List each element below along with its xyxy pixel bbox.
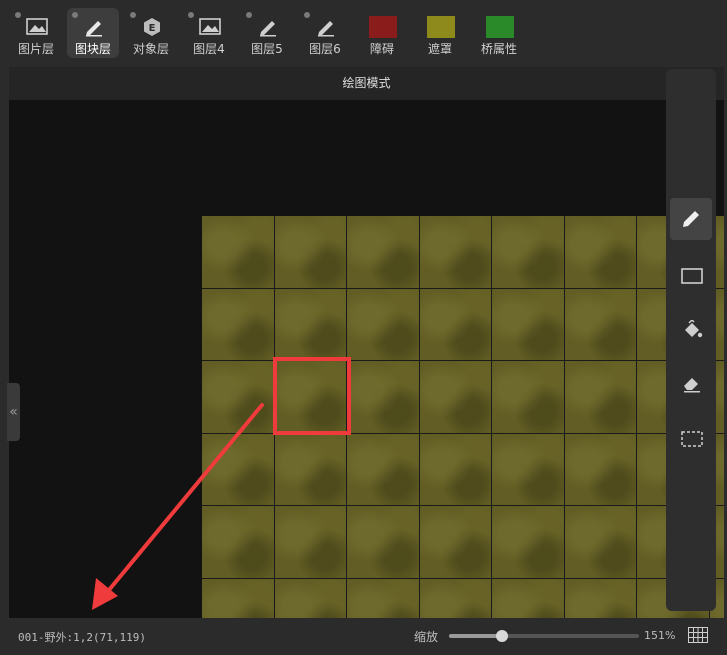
image-icon — [26, 18, 48, 35]
map-tile[interactable] — [419, 578, 492, 618]
layer-indicator-dot — [246, 12, 252, 18]
eraser-icon — [684, 378, 700, 393]
map-tile[interactable] — [202, 288, 275, 361]
layer-tab-5[interactable]: 图层5 — [241, 8, 293, 58]
select-tool-button[interactable] — [670, 418, 712, 460]
zoom-value: 151% — [644, 629, 676, 642]
drawing-tools-panel — [666, 69, 716, 611]
map-tile[interactable] — [202, 578, 275, 618]
map-tile[interactable] — [419, 506, 492, 579]
map-tile[interactable] — [419, 361, 492, 434]
bridge-layer-button[interactable]: 桥属性 — [473, 8, 525, 58]
map-tile[interactable] — [347, 361, 420, 434]
layer-tab-label: 图层5 — [251, 42, 283, 56]
map-tile[interactable] — [347, 506, 420, 579]
dashed-select-icon — [681, 431, 703, 447]
map-tile[interactable] — [274, 578, 347, 618]
layer-tab-label: 图层4 — [193, 42, 225, 56]
map-tile[interactable] — [202, 216, 275, 289]
paint-bucket-icon — [685, 320, 703, 338]
pencil-tool-button[interactable] — [670, 198, 712, 240]
pencil-icon — [86, 21, 102, 37]
obstacle-label: 障碍 — [369, 42, 394, 56]
pencil-icon — [318, 21, 334, 37]
layer-indicator-dot — [130, 12, 136, 18]
svg-text:E: E — [149, 23, 156, 34]
layer-tab-label: 图块层 — [74, 42, 111, 56]
layer-indicator-dot — [304, 12, 310, 18]
obstacle-swatch — [369, 16, 397, 38]
map-tile[interactable] — [202, 361, 275, 434]
layer-tab-4[interactable]: 图层4 — [183, 8, 235, 58]
pencil-icon — [260, 21, 276, 37]
grid-toggle-icon[interactable] — [688, 627, 708, 643]
map-tile[interactable] — [564, 288, 637, 361]
map-tile[interactable] — [564, 361, 637, 434]
mask-layer-button[interactable]: 遮罩 — [414, 8, 466, 58]
map-tile[interactable] — [347, 288, 420, 361]
fill-tool-button[interactable] — [670, 309, 712, 351]
map-tile[interactable] — [274, 433, 347, 506]
map-tile[interactable] — [274, 288, 347, 361]
collapse-panel-button[interactable]: « — [7, 383, 20, 441]
layer-indicator-dot — [72, 12, 78, 18]
layer-indicator-dot — [15, 12, 21, 18]
map-tile[interactable] — [419, 216, 492, 289]
image-icon — [199, 18, 221, 35]
map-tile[interactable] — [202, 506, 275, 579]
map-tile[interactable] — [274, 506, 347, 579]
layer-tab-1[interactable]: 图片层 — [10, 8, 62, 58]
layer-tab-label: 对象层 — [132, 42, 169, 56]
layer-tab-3[interactable]: E 对象层 — [125, 8, 177, 58]
map-editor: 绘图模式 — [9, 67, 724, 618]
bridge-label: 桥属性 — [480, 42, 517, 56]
eraser-tool-button[interactable] — [670, 363, 712, 405]
zoom-slider-knob[interactable] — [496, 630, 509, 642]
zoom-label: 缩放 — [414, 630, 439, 644]
map-tile[interactable] — [492, 506, 565, 579]
map-tile[interactable] — [202, 433, 275, 506]
map-tile[interactable] — [419, 288, 492, 361]
bridge-swatch — [486, 16, 514, 38]
status-bar: 001-野外:1,2(71,119) 缩放 151% — [0, 620, 727, 655]
map-tile[interactable] — [564, 433, 637, 506]
obstacle-layer-button[interactable]: 障碍 — [356, 8, 408, 58]
mask-swatch — [427, 16, 455, 38]
map-tile[interactable] — [564, 216, 637, 289]
layer-tab-label: 图层6 — [309, 42, 341, 56]
map-tile[interactable] — [492, 361, 565, 434]
layer-toolbar: 图片层 图块层 E 对象层 图层4 图层5 图层6 障碍 遮罩 桥属性 — [0, 0, 727, 64]
map-tile[interactable] — [564, 578, 637, 618]
map-tile[interactable] — [347, 578, 420, 618]
rectangle-icon — [681, 268, 703, 284]
map-tile[interactable] — [492, 288, 565, 361]
map-tile[interactable] — [492, 216, 565, 289]
layer-tab-6[interactable]: 图层6 — [299, 8, 351, 58]
map-tile[interactable] — [492, 578, 565, 618]
map-tile[interactable] — [564, 506, 637, 579]
pencil-icon — [683, 211, 699, 227]
mask-label: 遮罩 — [427, 42, 452, 56]
rectangle-tool-button[interactable] — [670, 255, 712, 297]
layer-tab-2[interactable]: 图块层 — [67, 8, 119, 58]
cursor-position-text: 001-野外:1,2(71,119) — [18, 631, 146, 644]
mode-title: 绘图模式 — [9, 67, 724, 100]
map-tile[interactable] — [419, 433, 492, 506]
map-tile[interactable] — [492, 433, 565, 506]
map-tile[interactable] — [347, 216, 420, 289]
zoom-slider-fill — [449, 634, 503, 638]
map-tile[interactable] — [274, 216, 347, 289]
selected-tile-highlight — [273, 357, 351, 435]
zoom-slider[interactable] — [449, 630, 639, 642]
layer-indicator-dot — [188, 12, 194, 18]
object-e-icon: E — [144, 18, 160, 36]
map-tile[interactable] — [347, 433, 420, 506]
layer-tab-label: 图片层 — [17, 42, 54, 56]
